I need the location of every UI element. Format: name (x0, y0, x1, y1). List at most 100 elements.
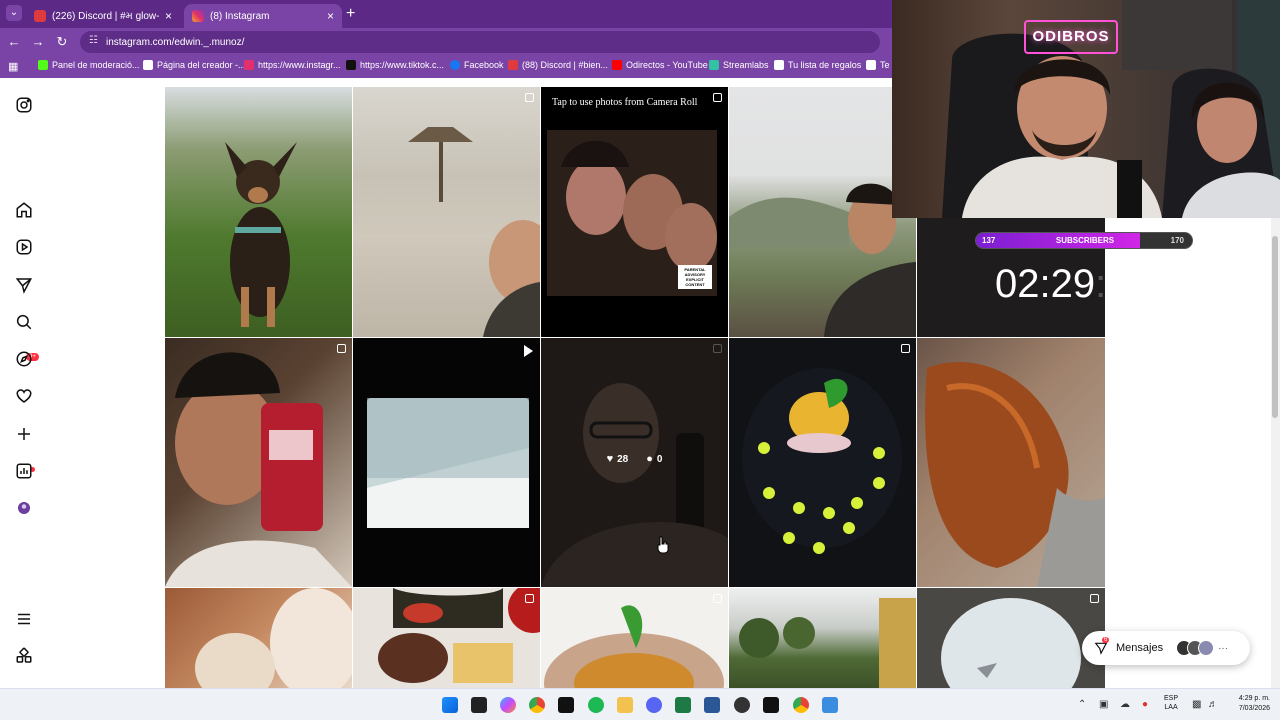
profile-avatar[interactable] (14, 498, 34, 518)
new-tab-button[interactable]: + (346, 5, 355, 23)
instagram-icon (244, 60, 254, 70)
avatar (1198, 640, 1215, 656)
obs-icon[interactable] (734, 697, 750, 713)
bookmark-item[interactable]: (88) Discord | #bien... (508, 60, 608, 70)
multi-photo-icon (713, 344, 722, 353)
heart-icon: ♥ (606, 453, 614, 465)
hand-cursor-icon (657, 536, 669, 554)
tab-search-icon[interactable]: ⌄ (6, 5, 22, 21)
forward-icon[interactable]: → (30, 34, 46, 49)
post-tile-beach[interactable] (353, 87, 540, 337)
bookmark-item[interactable]: https://www.instagr... (244, 60, 341, 70)
post-tile-window[interactable] (917, 588, 1105, 688)
address-text: instagram.com/edwin._.munoz/ (106, 36, 245, 48)
page-scrollbar-thumb[interactable] (1272, 236, 1278, 418)
discord-icon (508, 60, 518, 70)
chrome-icon[interactable] (529, 697, 545, 713)
bookmark-item[interactable]: https://www.tiktok.c... (346, 60, 444, 70)
youtube-icon (612, 60, 622, 70)
microphone-icon[interactable]: ● (1142, 699, 1148, 710)
windows-start-icon[interactable] (442, 697, 458, 713)
tab-instagram[interactable]: (8) Instagram × (184, 4, 342, 28)
mirror-selfie-photo (165, 352, 352, 587)
messages-button[interactable]: 6 Mensajes ··· (1082, 631, 1250, 665)
post-tile-steak[interactable] (353, 588, 540, 688)
tray-app-icon[interactable]: ▣ (1099, 699, 1108, 710)
multi-photo-icon (525, 93, 534, 102)
tray-cloud-icon[interactable]: ☁ (1120, 699, 1130, 710)
post-tile-pet-fur[interactable] (917, 338, 1105, 587)
multi-photo-icon (901, 344, 910, 353)
subscriber-label: SUBSCRIBERS (1055, 236, 1115, 245)
file-explorer-icon[interactable] (617, 697, 633, 713)
dog-photo (225, 142, 297, 327)
copilot-icon[interactable] (500, 697, 516, 713)
pet-fur-photo (925, 362, 1105, 587)
capcut-icon[interactable] (763, 697, 779, 713)
search-icon[interactable] (14, 312, 34, 332)
post-tile-food-plate[interactable] (729, 338, 916, 587)
tray-chevron-icon[interactable]: ⌃ (1078, 699, 1086, 710)
post-tile-video[interactable] (353, 338, 540, 587)
recent-avatars (1176, 640, 1215, 656)
more-dots: ··· (1218, 642, 1229, 654)
parental-advisory-label: PARENTAL ADVISORY EXPLICIT CONTENT (678, 265, 712, 289)
chrome-profile-icon[interactable] (793, 697, 809, 713)
bookmark-item[interactable]: Facebook (450, 60, 504, 70)
app-icon[interactable] (822, 697, 838, 713)
post-tile-mirror-selfie[interactable] (165, 338, 352, 587)
post-tile-selfie-night[interactable]: Tap to use photos from Camera Roll PAREN… (541, 87, 728, 337)
instagram-logo-icon[interactable] (14, 95, 34, 115)
page-icon (143, 60, 153, 70)
amazon-icon (774, 60, 784, 70)
system-clock[interactable]: 4:29 p. m. 7/03/2026 (1226, 694, 1270, 714)
post-tile-hovered[interactable]: ♥ 28 ● 0 (541, 338, 728, 587)
tab-close-icon[interactable]: × (327, 9, 334, 23)
reels-icon[interactable] (14, 237, 34, 257)
kick-icon (38, 60, 48, 70)
dashboard-icon[interactable] (14, 461, 34, 481)
back-icon[interactable]: ← (6, 34, 22, 49)
bookmark-item[interactable]: Tu lista de regalos (774, 60, 861, 70)
apps-grid-icon[interactable]: ▦ (8, 60, 18, 73)
epic-games-icon[interactable] (558, 697, 574, 713)
tab-discord[interactable]: (226) Discord | #મ glow-up˚ × (26, 4, 180, 28)
address-bar[interactable]: ☷ instagram.com/edwin._.munoz/ (80, 31, 880, 53)
volume-icon[interactable]: ♬ (1208, 699, 1218, 710)
post-tile-dog[interactable] (165, 87, 352, 337)
post-tile-bread[interactable] (165, 588, 352, 688)
network-icon[interactable]: ▩ (1192, 699, 1201, 710)
reload-icon[interactable]: ↻ (54, 34, 70, 50)
bookmark-item[interactable]: Página del creador -... (143, 60, 246, 70)
task-view-icon[interactable] (471, 697, 487, 713)
notifications-icon[interactable] (14, 386, 34, 406)
discord-icon[interactable] (646, 697, 662, 713)
post-tile-soup[interactable] (541, 588, 728, 688)
instagram-sidebar: 9+ (0, 78, 48, 688)
threads-icon[interactable] (14, 646, 34, 666)
excel-icon[interactable] (675, 697, 691, 713)
more-menu-icon[interactable] (14, 609, 34, 629)
messages-label: Mensajes (1116, 642, 1164, 654)
tab-close-icon[interactable]: × (165, 9, 172, 23)
messenger-icon: 6 (1094, 637, 1110, 655)
create-icon[interactable] (14, 424, 34, 444)
home-icon[interactable] (14, 200, 34, 220)
bookmark-item[interactable]: Streamlabs (709, 60, 769, 70)
explore-icon[interactable] (14, 349, 34, 369)
video-thumbnail (367, 398, 529, 528)
language-indicator[interactable]: ESP LAA (1164, 694, 1178, 712)
tab-label: (8) Instagram (210, 10, 270, 22)
site-info-icon[interactable]: ☷ (89, 35, 98, 46)
bookmark-item[interactable]: Odirectos - YouTube (612, 60, 708, 70)
messages-icon[interactable] (14, 275, 34, 295)
multi-photo-icon (525, 594, 534, 603)
spotify-icon[interactable] (588, 697, 604, 713)
bookmark-item[interactable]: Panel de moderació... (38, 60, 140, 70)
tiktok-icon (346, 60, 356, 70)
post-tile-landscape[interactable] (729, 588, 916, 688)
multi-photo-icon (713, 594, 722, 603)
word-icon[interactable] (704, 697, 720, 713)
window-photo (941, 598, 1081, 688)
post-tile-mountain[interactable] (729, 87, 916, 337)
